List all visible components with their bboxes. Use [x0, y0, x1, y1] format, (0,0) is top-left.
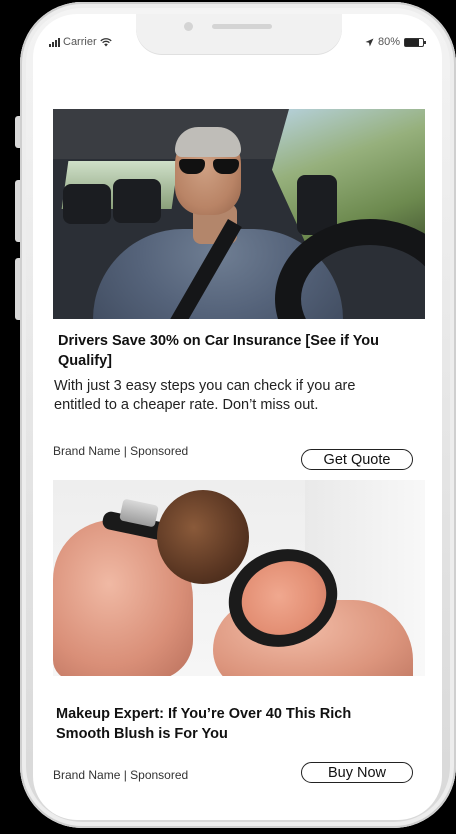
signal-icon — [49, 37, 60, 47]
location-arrow-icon — [365, 38, 374, 46]
carrier-label: Carrier — [63, 36, 97, 48]
battery-icon — [404, 37, 426, 47]
status-bar-left: Carrier — [49, 36, 112, 48]
ad-sponsor-label: Brand Name | Sponsored — [53, 768, 189, 782]
ad-sponsor-label: Brand Name | Sponsored — [53, 444, 189, 458]
buy-now-button[interactable]: Buy Now — [301, 762, 413, 783]
ad-description: With just 3 easy steps you can check if … — [54, 378, 356, 413]
speaker-grille — [212, 24, 272, 29]
battery-percent: 80% — [377, 36, 400, 48]
phone-screen: Carrier 80% Drivers Save 30% on Car Insu… — [33, 14, 442, 820]
ad-card[interactable]: Drivers Save 30% on Car Insurance [See i… — [53, 109, 425, 470]
wifi-icon — [99, 37, 112, 46]
ad-card[interactable]: Makeup Expert: If You’re Over 40 This Ri… — [53, 480, 425, 783]
sunglasses — [179, 159, 239, 174]
status-bar-right: 80% — [365, 36, 426, 48]
device-mockup: Carrier 80% Drivers Save 30% on Car Insu… — [0, 0, 456, 834]
ad-headline[interactable]: Makeup Expert: If You’re Over 40 This Ri… — [56, 704, 406, 744]
get-quote-button[interactable]: Get Quote — [301, 449, 413, 470]
ad-image-makeup[interactable] — [53, 480, 425, 676]
steering-wheel — [275, 219, 425, 319]
notch — [136, 14, 342, 54]
ad-image-driver[interactable] — [53, 109, 425, 319]
ad-headline[interactable]: Drivers Save 30% on Car Insurance [See i… — [58, 331, 398, 371]
camera-icon — [184, 22, 193, 31]
